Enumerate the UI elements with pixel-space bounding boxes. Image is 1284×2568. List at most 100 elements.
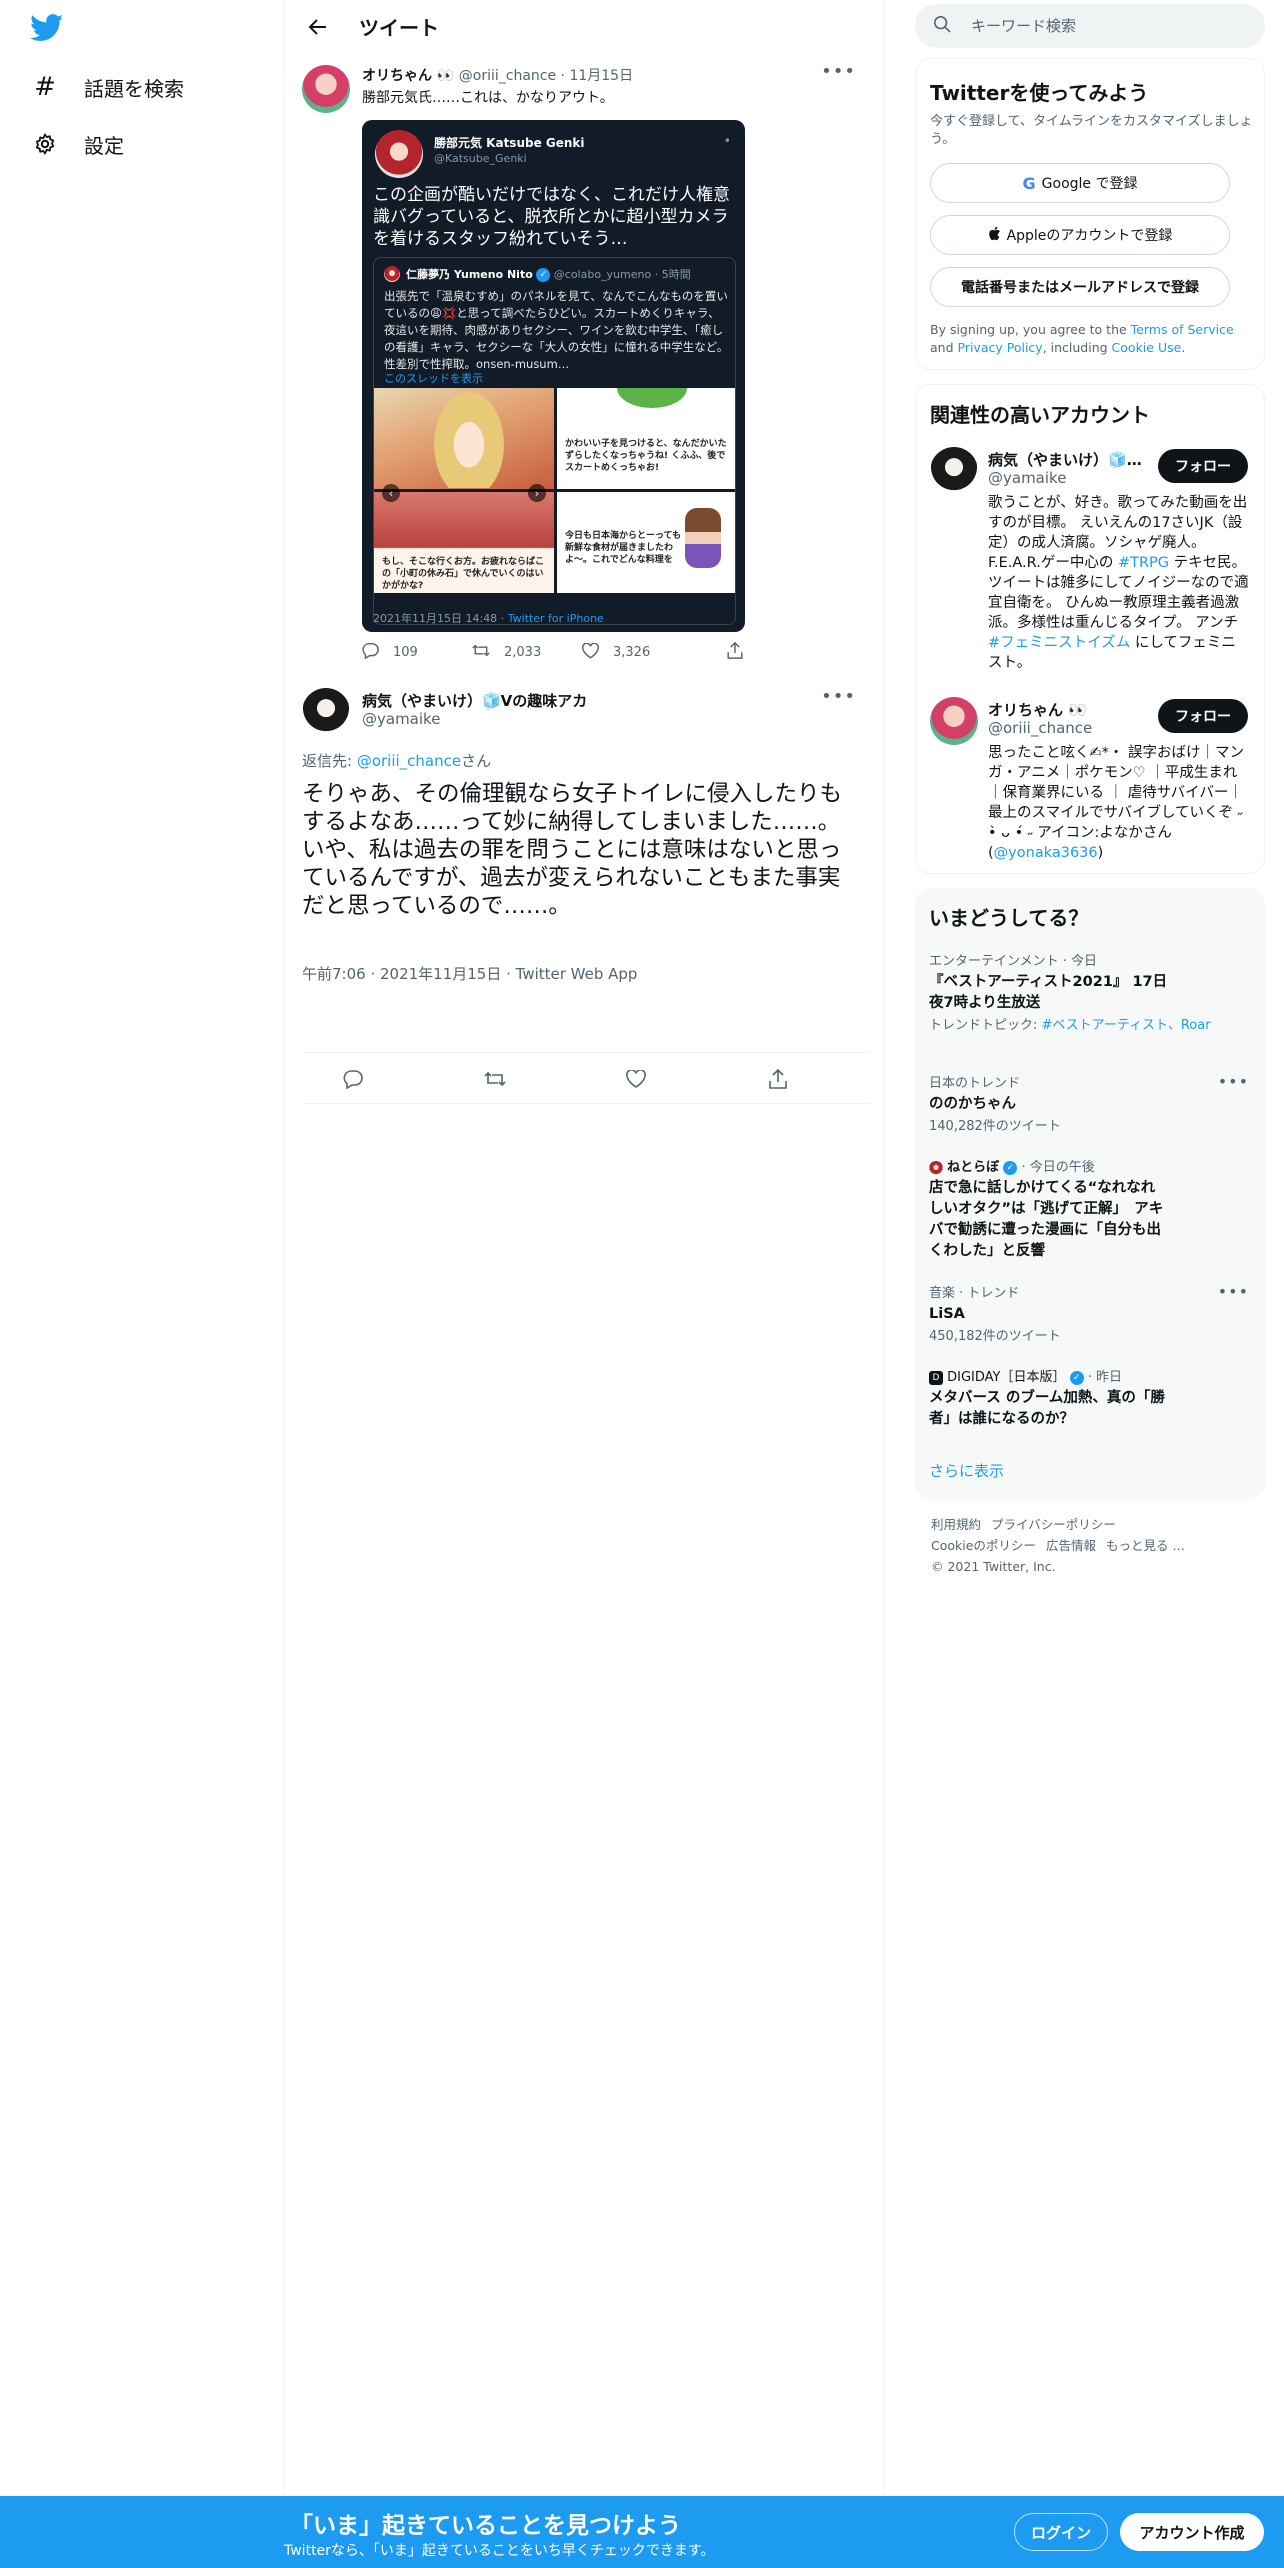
phone-email-signup-button[interactable]: 電話番号またはメールアドレスで登録: [930, 267, 1230, 307]
author-name[interactable]: オリちゃん 👀: [362, 68, 454, 84]
more-options-icon: •: [723, 134, 731, 148]
user-bio: 歌うことが、好き。歌ってみた動画を出すのが目標。 えいえんの17さいJK（設定）…: [988, 495, 1249, 671]
hashtag-link[interactable]: #フェミニストイズム: [988, 635, 1130, 651]
embed-author-handle: @Katsube_Genki: [434, 152, 527, 165]
tweet-actions: [302, 1065, 870, 1093]
page-title: ツイート: [359, 16, 439, 40]
image-caption: 今日も日本海からとーっても新鮮な食材が届きましたわよ〜。これでどんな料理を: [565, 531, 682, 565]
tweet-timestamp[interactable]: 午前7:06 · 2021年11月15日 · Twitter Web App: [302, 963, 637, 984]
trend-name: ののかちゃん: [929, 1096, 1016, 1112]
follow-button[interactable]: フォロー: [1158, 699, 1248, 733]
nav-explore[interactable]: # 話題を検索: [32, 67, 184, 107]
hashtag-icon: #: [34, 72, 56, 102]
user-handle: @yamaike: [988, 469, 1067, 487]
user-handle: @oriii_chance: [988, 719, 1093, 737]
image-caption: かわいい子を見つけると、なんだかいたずらしたくなっちゃうね! くふふ、後でスカー…: [565, 439, 727, 473]
avatar[interactable]: [930, 697, 978, 745]
like-button[interactable]: 3,326: [582, 642, 727, 663]
inner-quote-text: 出張先で「温泉むすめ」のパネルを見て、なんでこんなものを置いているの😩💢と思って…: [384, 289, 729, 371]
login-button[interactable]: ログイン: [1014, 2513, 1108, 2551]
trend-item[interactable]: 音楽 · トレンド LiSA 450,182件のツイート •••: [929, 1282, 1249, 1345]
source-avatar: [929, 1160, 943, 1175]
trend-item[interactable]: エンターテインメント · 今日 『ベストアーティスト2021』 17日夜7時より…: [929, 950, 1249, 1034]
more-options-icon[interactable]: •••: [1218, 1072, 1249, 1091]
trend-item[interactable]: 日本のトレンド ののかちゃん 140,282件のツイート •••: [929, 1072, 1249, 1135]
retweet-icon[interactable]: [477, 1065, 513, 1093]
inner-author-name: 仁藤夢乃 Yumeno Nito: [406, 268, 533, 281]
cookie-link[interactable]: Cookie Use: [1112, 340, 1182, 355]
reply-button[interactable]: 109: [362, 642, 472, 663]
cookie-policy-link[interactable]: Cookieのポリシー: [931, 1538, 1036, 1553]
twitter-bird-icon[interactable]: [29, 14, 70, 46]
heart-icon[interactable]: [618, 1065, 654, 1093]
more-options-icon[interactable]: •••: [821, 686, 856, 707]
user-name[interactable]: 病気（やまいけ）🧊Vの趣味アカ: [988, 449, 1148, 470]
bottom-bar-subtitle: Twitterなら、「いま」起きていることをいち早くチェックできます。: [284, 2543, 715, 2559]
apple-signup-button[interactable]: Appleのアカウントで登録: [930, 215, 1230, 255]
share-button[interactable]: [727, 641, 757, 663]
news-item[interactable]: D DIGIDAY［日本版］ ✓ · 昨日 メタバース のブーム加熱、真の「勝者…: [929, 1366, 1249, 1430]
avatar[interactable]: [302, 688, 350, 736]
verified-badge-icon: ✓: [1069, 1370, 1084, 1385]
privacy-link[interactable]: プライバシーポリシー: [991, 1517, 1116, 1532]
trend-meta: 音楽 · トレンド: [929, 1286, 1020, 1301]
author-handle[interactable]: @yamaike: [362, 710, 440, 728]
hashtag-link[interactable]: #TRPG: [1118, 555, 1169, 571]
show-thread-link: このスレッドを表示: [384, 372, 483, 385]
news-meta: D DIGIDAY［日本版］ ✓ · 昨日: [929, 1366, 1249, 1385]
google-signup-button[interactable]: G Google で登録: [930, 163, 1230, 203]
search-input[interactable]: [971, 17, 1231, 35]
tweet-date[interactable]: 11月15日: [569, 68, 633, 84]
show-more-link[interactable]: さらに表示: [929, 1460, 1004, 1481]
more-options-icon[interactable]: •••: [821, 61, 856, 82]
retweet-button[interactable]: 2,033: [472, 642, 582, 663]
parent-tweet-actions: 109 2,033 3,326: [362, 641, 802, 663]
bottom-bar-title: 「いま」起きていることを見つけよう: [290, 2513, 681, 2539]
character-image: [374, 388, 554, 489]
hashtag-link[interactable]: #ベストアーティスト: [1042, 1018, 1168, 1033]
back-arrow-icon[interactable]: [301, 10, 335, 44]
tweet-text: そりゃあ、その倫理観なら女子トイレに侵入したりもするよなあ……って妙に納得してし…: [302, 781, 843, 919]
trend-count: 140,282件のツイート: [929, 1119, 1061, 1134]
share-icon[interactable]: [760, 1065, 796, 1093]
news-headline: 店で急に話しかけてくる“なれなれしいオタク”は「逃げて正解」 アキバで勧誘に遭っ…: [929, 1180, 1164, 1259]
nav-settings[interactable]: 設定: [32, 124, 124, 164]
signup-button[interactable]: アカウント作成: [1120, 2513, 1264, 2551]
mention-link[interactable]: @yonaka3636: [994, 845, 1098, 861]
signup-legal-text: By signing up, you agree to the Terms of…: [930, 322, 1234, 355]
search-bar[interactable]: [915, 4, 1265, 48]
more-link[interactable]: もっと見る …: [1106, 1538, 1185, 1553]
character-image: もし、そこな行くお方。お疲れならばこの「小町の休み石」で休んでいくのはいかがかな…: [374, 492, 554, 593]
source-logo-icon: D: [929, 1370, 943, 1385]
terms-link[interactable]: Terms of Service: [1131, 322, 1234, 337]
trend-topic: トレンドトピック: #ベストアーティスト、Roar: [929, 1018, 1211, 1033]
divider: [302, 1103, 870, 1104]
avatar[interactable]: [930, 447, 978, 495]
reply-to-link[interactable]: @oriii_chance: [357, 752, 461, 770]
reply-icon[interactable]: [335, 1065, 371, 1093]
follow-button[interactable]: フォロー: [1158, 449, 1248, 483]
embedded-tweet-image[interactable]: 勝部元気 Katsube Genki @Katsube_Genki • この企画…: [362, 120, 745, 632]
user-bio: 思ったこと呟く✍︎*・ 誤字おばけ｜マンガ・アニメ｜ポケモン♡ ｜平成生まれ ｜…: [988, 745, 1245, 861]
character-image: 今日も日本海からとーっても新鮮な食材が届きましたわよ〜。これでどんな料理を: [557, 492, 735, 593]
author-name[interactable]: 病気（やまいけ）🧊Vの趣味アカ: [362, 690, 587, 711]
news-headline: メタバース のブーム加熱、真の「勝者」は誰になるのか？: [929, 1390, 1165, 1427]
ads-info-link[interactable]: 広告情報: [1046, 1538, 1096, 1553]
signup-card: Twitterを使ってみよう 今すぐ登録して、タイムラインをカスタマイズしましょ…: [915, 58, 1265, 370]
parent-tweet[interactable]: オリちゃん 👀 @oriii_chance · 11月15日 ••• 勝部元気氏…: [302, 57, 870, 692]
news-item[interactable]: ねとらぼ ✓ · 今日の午後 店で急に話しかけてくる“なれなれしいオタク”は「逃…: [929, 1156, 1249, 1262]
user-name[interactable]: オリちゃん 👀: [988, 699, 1087, 720]
more-options-icon[interactable]: •••: [1218, 1282, 1249, 1301]
related-accounts-card: 関連性の高いアカウント 病気（やまいけ）🧊Vの趣味アカ @yamaike フォロ…: [915, 384, 1265, 874]
nav-explore-label: 話題を検索: [84, 76, 184, 101]
author-handle[interactable]: @oriii_chance: [459, 68, 556, 84]
terms-link[interactable]: 利用規約: [931, 1517, 981, 1532]
privacy-link[interactable]: Privacy Policy: [958, 340, 1043, 355]
verified-badge-icon: ✓: [1003, 1160, 1018, 1175]
trend-count: 450,182件のツイート: [929, 1329, 1061, 1344]
avatar[interactable]: [302, 65, 350, 113]
copyright: © 2021 Twitter, Inc.: [931, 1559, 1056, 1574]
signup-title: Twitterを使ってみよう: [930, 81, 1149, 105]
like-count: 3,326: [613, 645, 651, 660]
share-icon: [727, 641, 743, 663]
